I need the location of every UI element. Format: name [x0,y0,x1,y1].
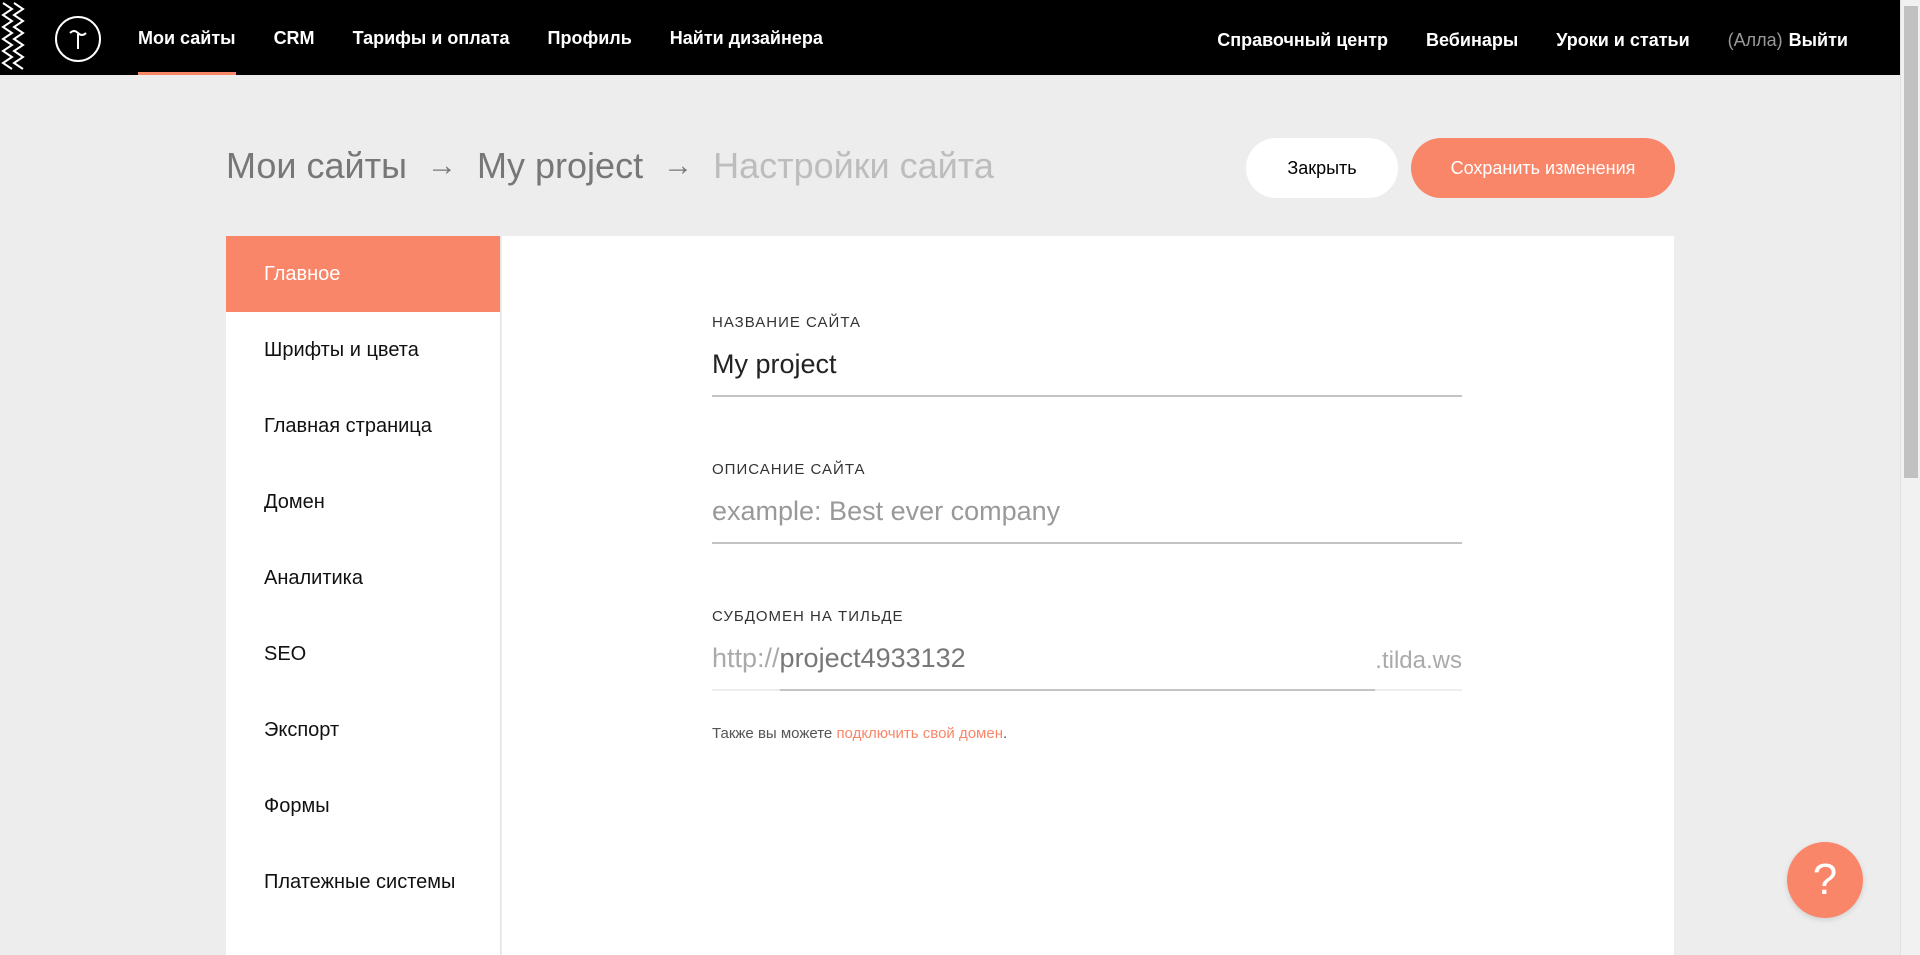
site-name-label: НАЗВАНИЕ САЙТА [712,314,861,331]
connect-domain-link[interactable]: подключить свой домен [836,725,1003,742]
site-name-field: НАЗВАНИЕ САЙТА My project [712,314,1462,397]
nav-find-designer[interactable]: Найти дизайнера [670,0,823,75]
subdomain-input[interactable]: project4933132 [779,639,1376,691]
tilda-logo[interactable] [55,16,101,62]
sidebar-item-fonts-colors[interactable]: Шрифты и цвета [226,312,500,388]
sidebar-item-payment-systems[interactable]: Платежные системы [226,844,500,920]
question-mark-icon: ? [1812,855,1838,904]
page-scrollbar[interactable] [1900,0,1920,955]
sidebar-item-main[interactable]: Главное [226,236,500,312]
tilda-logo-icon [69,30,87,49]
subdomain-label: СУБДОМЕН НА ТИЛЬДЕ [712,608,904,625]
main-nav: Мои сайты CRM Тарифы и оплата Профиль На… [138,0,861,75]
user-name: (Алла) [1727,30,1783,50]
nav-webinars[interactable]: Вебинары [1426,0,1518,51]
breadcrumb: Мои сайты → My project → Настройки сайта [226,145,994,187]
breadcrumb-arrow-icon: → [663,149,694,182]
help-button[interactable]: ? [1787,842,1863,918]
sidebar-item-home-page[interactable]: Главная страница [226,388,500,464]
nav-lessons[interactable]: Уроки и статьи [1556,0,1689,51]
subdomain-prefix: http:// [712,639,780,691]
sidebar-item-export[interactable]: Экспорт [226,692,500,768]
site-description-label: ОПИСАНИЕ САЙТА [712,461,866,478]
sidebar-item-forms[interactable]: Формы [226,768,500,844]
domain-hint-end: . [1003,725,1008,742]
save-changes-button[interactable]: Сохранить изменения [1411,138,1675,198]
site-description-input[interactable]: example: Best ever company [712,492,1462,544]
nav-profile[interactable]: Профиль [548,0,632,75]
domain-hint: Также вы можете подключить свой домен. [712,725,1007,742]
breadcrumb-my-sites[interactable]: Мои сайты [226,145,407,187]
subdomain-field: СУБДОМЕН НА ТИЛЬДЕ http:// project493313… [712,608,1462,691]
logout-label: Выйти [1788,30,1848,50]
scrollbar-thumb[interactable] [1904,6,1918,478]
close-button[interactable]: Закрыть [1246,138,1398,198]
breadcrumb-project[interactable]: My project [477,145,643,187]
secondary-nav: Справочный центр Вебинары Уроки и статьи… [1179,0,1848,75]
breadcrumb-current: Настройки сайта [713,145,994,186]
zigzag-decoration-icon [1,2,25,70]
sidebar-item-seo[interactable]: SEO [226,616,500,692]
nav-my-sites[interactable]: Мои сайты [138,0,236,75]
top-navigation-bar: Мои сайты CRM Тарифы и оплата Профиль На… [0,0,1900,75]
settings-sidebar: Главное Шрифты и цвета Главная страница … [226,236,501,955]
nav-tariffs[interactable]: Тарифы и оплата [353,0,510,75]
nav-help-center[interactable]: Справочный центр [1217,0,1388,51]
site-description-field: ОПИСАНИЕ САЙТА example: Best ever compan… [712,461,1462,544]
nav-crm[interactable]: CRM [274,0,315,75]
sidebar-item-domain[interactable]: Домен [226,464,500,540]
subdomain-row: http:// project4933132 .tilda.ws [712,639,1462,691]
settings-content: НАЗВАНИЕ САЙТА My project ОПИСАНИЕ САЙТА… [502,236,1674,955]
breadcrumb-arrow-icon: → [427,149,458,182]
site-name-input[interactable]: My project [712,345,1462,397]
subdomain-suffix: .tilda.ws [1375,639,1462,691]
domain-hint-text: Также вы можете [712,725,837,742]
logout-button[interactable]: (Алла) Выйти [1728,0,1848,51]
sidebar-item-analytics[interactable]: Аналитика [226,540,500,616]
